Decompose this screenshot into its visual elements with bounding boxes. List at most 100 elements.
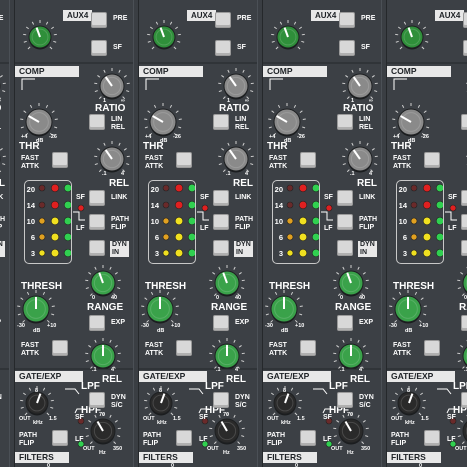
gate-fast-attk-button[interactable] bbox=[176, 340, 192, 356]
sf-button[interactable] bbox=[215, 40, 231, 56]
gate-fast-attk-button[interactable] bbox=[300, 340, 316, 356]
thresh-scale-unit: dB bbox=[405, 328, 413, 334]
pre-button[interactable] bbox=[463, 12, 467, 28]
lin-rel-button[interactable] bbox=[461, 114, 467, 130]
gate-section-label: GATE/EXP bbox=[139, 371, 207, 382]
filters-path-label: PATH bbox=[391, 432, 410, 439]
meter-level-14: 14 bbox=[150, 201, 159, 210]
lpf-label: LPF bbox=[329, 381, 348, 392]
pre-button[interactable] bbox=[215, 12, 231, 28]
filters-sf-label: SF bbox=[447, 414, 456, 421]
fast-label: FAST bbox=[21, 155, 39, 162]
dyn-sc-button[interactable] bbox=[461, 392, 467, 408]
exp-button[interactable] bbox=[461, 315, 467, 331]
ratio-scale-max: ∞ bbox=[0, 98, 1, 104]
lpf-scale-top: 8 bbox=[407, 388, 411, 394]
filters-path-flip-button[interactable] bbox=[300, 430, 316, 446]
link-button[interactable] bbox=[337, 190, 353, 206]
meter-level-6: 6 bbox=[278, 233, 283, 242]
hpf-scale-out: OUT bbox=[455, 446, 467, 452]
thresh-scale-max: +10 bbox=[47, 323, 57, 329]
path-flip-button[interactable] bbox=[461, 214, 467, 230]
sf-button[interactable] bbox=[91, 40, 107, 56]
link-button[interactable] bbox=[89, 190, 105, 206]
ratio-label: RATIO bbox=[0, 103, 1, 114]
comp-section-label: COMP bbox=[15, 66, 79, 77]
filters-lf-label: LF bbox=[199, 436, 208, 443]
exp-button[interactable] bbox=[337, 315, 353, 331]
gate-fast-label: FAST bbox=[393, 342, 411, 349]
lpf-label: LPF bbox=[81, 381, 100, 392]
hpf-scale-unit: Hz bbox=[99, 450, 106, 456]
pre-button[interactable] bbox=[91, 12, 107, 28]
dyn-in-button[interactable] bbox=[461, 240, 467, 256]
comp-fast-attk-button[interactable] bbox=[176, 152, 192, 168]
sf-label: SF bbox=[361, 44, 370, 51]
dyn-sc-button[interactable] bbox=[89, 392, 105, 408]
ratio-label: RATIO bbox=[95, 103, 126, 114]
link-button[interactable] bbox=[213, 190, 229, 206]
pre-button[interactable] bbox=[339, 12, 355, 28]
path-flip-button[interactable] bbox=[89, 214, 105, 230]
gate-fast-attk-button[interactable] bbox=[52, 340, 68, 356]
lin-rel-button[interactable] bbox=[89, 114, 105, 130]
filters-flip-label: FLIP bbox=[391, 440, 407, 447]
lin-label: LIN bbox=[111, 116, 123, 123]
sf-button[interactable] bbox=[463, 40, 467, 56]
gate-fast-label: FAST bbox=[269, 342, 287, 349]
thresh-label: THRESH bbox=[145, 281, 187, 292]
dyn-in-button[interactable] bbox=[213, 240, 229, 256]
dyn-in-button[interactable] bbox=[89, 240, 105, 256]
meter-sf-label: SF bbox=[200, 194, 209, 201]
filters-section-label: FILTERS bbox=[139, 452, 193, 463]
pre-label: PRE bbox=[361, 15, 376, 22]
thresh-label: THRESH bbox=[21, 281, 63, 292]
exp-button[interactable] bbox=[89, 315, 105, 331]
sf-button[interactable] bbox=[339, 40, 355, 56]
channel-strip: AUX4 PRE SF COMP RATIO 1 ∞ THR +4 dB -26… bbox=[262, 0, 382, 467]
lin-rel-button[interactable] bbox=[337, 114, 353, 130]
gate-fast-attk-button[interactable] bbox=[424, 340, 440, 356]
range-label: RANGE bbox=[459, 302, 467, 313]
gate-rel-scale-max: 4 bbox=[359, 367, 363, 373]
comp-fast-attk-button[interactable] bbox=[52, 152, 68, 168]
comp-fast-attk-button[interactable] bbox=[300, 152, 316, 168]
meter-lf-label: LF bbox=[448, 225, 457, 232]
channel-strip: AUX4 PRE SF COMP RATIO 1 ∞ THR +4 dB -26… bbox=[0, 0, 10, 467]
lpf-scale-unit: kHz bbox=[33, 420, 43, 426]
ratio-label: RATIO bbox=[219, 103, 250, 114]
dyn-sc-label-2: S/C bbox=[235, 402, 247, 409]
filters-path-flip-button[interactable] bbox=[52, 430, 68, 446]
exp-button[interactable] bbox=[213, 315, 229, 331]
filters-path-flip-button[interactable] bbox=[176, 430, 192, 446]
filters-lf-label: LF bbox=[447, 436, 456, 443]
comp-rel-label: REL bbox=[0, 178, 5, 189]
lpf-scale-out: OUT bbox=[143, 416, 155, 422]
dyn-in-button[interactable] bbox=[337, 240, 353, 256]
range-label: RANGE bbox=[211, 302, 248, 313]
dyn-sc-button[interactable] bbox=[337, 392, 353, 408]
thresh-scale-min: -30 bbox=[265, 323, 273, 329]
dyn-sc-label-2: S/C bbox=[111, 402, 123, 409]
ratio-scale-max: ∞ bbox=[121, 98, 125, 104]
lin-rel-button[interactable] bbox=[213, 114, 229, 130]
lpf-scale-top: 8 bbox=[159, 388, 163, 394]
comp-fast-attk-button[interactable] bbox=[424, 152, 440, 168]
rel-label-small: REL bbox=[0, 124, 1, 132]
path-flip-button[interactable] bbox=[337, 214, 353, 230]
thr-scale-min: +4 bbox=[21, 134, 28, 140]
meter-level-3: 3 bbox=[30, 249, 35, 258]
filters-flip-label: FLIP bbox=[143, 440, 159, 447]
meter-level-14: 14 bbox=[398, 201, 407, 210]
thr-scale-max: -26 bbox=[173, 134, 181, 140]
dyn-sc-label-1: DYN bbox=[0, 394, 2, 402]
link-button[interactable] bbox=[461, 190, 467, 206]
flip-label: FLIP bbox=[359, 224, 375, 231]
dyn-sc-button[interactable] bbox=[213, 392, 229, 408]
filters-path-flip-button[interactable] bbox=[424, 430, 440, 446]
range-scale-min: 0 bbox=[92, 295, 96, 301]
lpf-scale-max: 1.5 bbox=[173, 416, 181, 422]
hpf-scale-max: 350 bbox=[361, 446, 371, 452]
path-flip-button[interactable] bbox=[213, 214, 229, 230]
hpf-scale-top: 70 bbox=[223, 412, 230, 418]
